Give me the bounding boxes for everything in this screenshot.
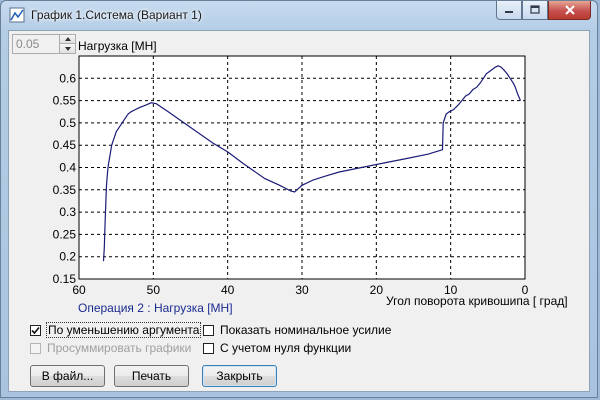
x-tick-label: 60 [72,283,86,297]
nominal-force-checkbox[interactable]: Показать номинальное усилие [203,323,391,337]
title-bar[interactable]: График 1.Система (Вариант 1) [1,1,597,29]
sum-graphs-checkbox[interactable]: Просуммировать графики [30,341,191,355]
y-tick-label: 0.6 [59,71,76,85]
zero-function-label: С учетом нуля функции [220,341,352,355]
series-caption: Операция 2 : Нагрузка [МН] [78,301,233,315]
y-tick-label: 0.25 [53,227,77,241]
app-window: График 1.Система (Вариант 1) 0.05 Нагруз… [0,0,598,398]
x-tick-label: 40 [221,283,235,297]
y-tick-label: 0.3 [59,205,76,219]
decreasing-arg-label: По уменьшению аргумента [45,322,202,338]
maximize-icon [530,5,540,14]
minimize-icon [505,11,513,13]
y-tick-label: 0.5 [59,116,76,130]
y-tick-label: 0.2 [59,250,76,264]
minimize-button[interactable] [496,1,522,20]
check-icon [31,326,40,334]
close-window-button[interactable] [548,1,591,20]
to-file-button[interactable]: В файл... [30,365,105,387]
zero-function-checkbox[interactable]: С учетом нуля функции [203,341,351,355]
checkbox-box[interactable] [30,324,41,336]
nominal-force-label: Показать номинальное усилие [220,323,392,337]
x-tick-label: 20 [370,283,384,297]
y-tick-label: 0.45 [53,138,77,152]
x-tick-label: 30 [295,283,309,297]
x-tick-label: 50 [147,283,161,297]
maximize-button[interactable] [522,1,548,20]
app-icon [9,7,25,23]
print-button[interactable]: Печать [114,365,189,387]
decreasing-arg-checkbox[interactable]: По уменьшению аргумента [30,322,202,338]
checkbox-box[interactable] [203,324,214,336]
y-tick-label: 0.55 [53,94,77,108]
x-axis-label: Угол поворота кривошипа [ град] [386,294,568,308]
checkbox-box[interactable] [203,342,214,354]
load-chart: 0.150.20.250.30.350.40.450.50.550.6 60 50… [53,55,529,297]
client-area: 0.05 Нагрузка [МН] 0.15 0.2 0.25 0.3 0.35 0.4… [8,30,590,392]
close-button[interactable]: Закрыть [202,365,277,387]
close-icon [564,5,575,15]
window-title: График 1.Система (Вариант 1) [31,8,202,22]
caption-buttons [496,1,591,21]
checkbox-box[interactable] [30,342,41,354]
y-tick-labels: 0.150.20.250.30.350.40.450.50.550.6 [53,71,77,286]
sum-graphs-label: Просуммировать графики [47,341,192,355]
y-tick-label: 0.4 [59,161,76,175]
y-tick-label: 0.35 [53,183,77,197]
